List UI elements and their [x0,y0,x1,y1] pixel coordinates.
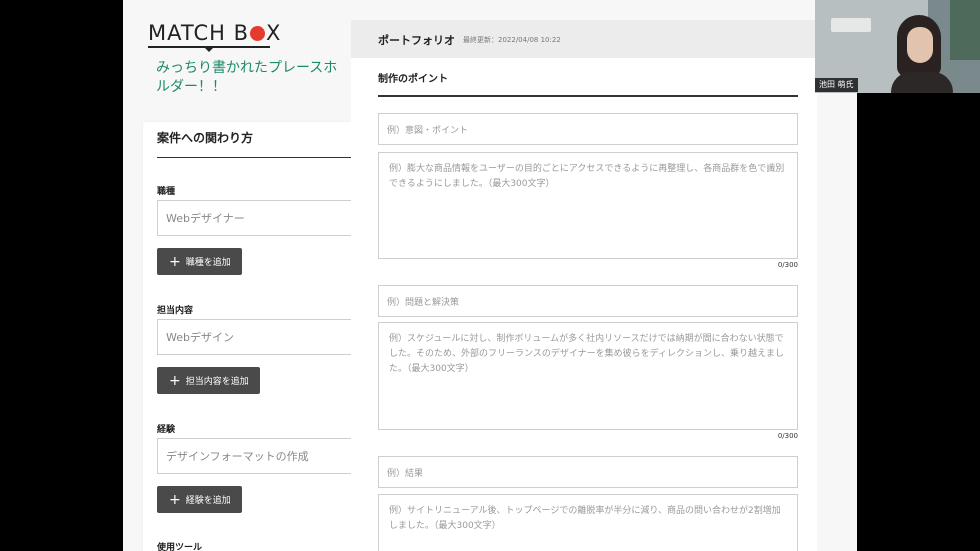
involvement-card: 案件への関わり方 職種 Webデザイナー + 職種を追加 担当内容 Webデザイン… [143,122,357,551]
add-responsibility-button[interactable]: + 担当内容を追加 [157,367,260,394]
intent-textarea[interactable]: 例）膨大な商品情報をユーザーの目的ごとにアクセスできるように再整理し、各商品群を… [378,152,798,259]
portfolio-title: ポートフォリオ [378,34,455,47]
portfolio-header: ポートフォリオ 最終更新：2022/04/08 10:22 [351,20,817,58]
result-textarea[interactable]: 例）サイトリニューアル後、トップページでの離脱率が半分に減り、商品の問い合わせが… [378,494,798,551]
add-job-type-button[interactable]: + 職種を追加 [157,248,242,275]
matchbox-logo[interactable]: MATCH BX [148,20,281,52]
responsibility-label: 担当内容 [157,306,194,316]
plus-icon: + [169,372,181,389]
add-experience-button[interactable]: + 経験を追加 [157,486,242,513]
tagline: みっちり書かれたプレースホルダー！！ [156,60,338,95]
experience-input[interactable]: デザインフォーマットの作成 [157,438,357,474]
logo-pointer [204,47,214,52]
card-divider [157,157,357,158]
result-input[interactable]: 例）結果 [378,456,798,488]
intent-input[interactable]: 例）意図・ポイント [378,113,798,145]
char-counter: 0/300 [777,261,798,269]
app-screen: MATCH BX みっちり書かれたプレースホルダー！！ 案件への関わり方 職種 … [123,0,857,551]
responsibility-input[interactable]: Webデザイン [157,319,357,355]
problem-input[interactable]: 例）問題と解決策 [378,285,798,317]
section-title: 制作のポイント [378,74,448,85]
job-type-input[interactable]: Webデザイナー [157,200,357,236]
video-window-plants [950,0,980,60]
last-updated: 最終更新：2022/04/08 10:22 [463,36,561,44]
logo-red-dot [250,26,265,41]
plus-icon: + [169,253,181,270]
participant-name: 池田 萌氏 [815,78,858,92]
left-panel: MATCH BX みっちり書かれたプレースホルダー！！ 案件への関わり方 職種 … [123,0,357,551]
portfolio-panel: ポートフォリオ 最終更新：2022/04/08 10:22 制作のポイント 例）… [351,20,817,551]
char-counter: 0/300 [777,432,798,440]
problem-textarea[interactable]: 例）スケジュールに対し、制作ボリュームが多く社内リソースだけでは納期が間に合わな… [378,322,798,430]
air-conditioner [831,18,871,32]
participant-face [907,27,933,63]
plus-icon: + [169,491,181,508]
job-type-label: 職種 [157,187,176,197]
tools-label: 使用ツール [157,543,203,551]
experience-label: 経験 [157,425,176,435]
participant-body [891,72,953,93]
video-thumbnail: 池田 萌氏 [815,0,980,93]
card-title: 案件への関わり方 [157,131,254,145]
section-divider [378,95,798,97]
